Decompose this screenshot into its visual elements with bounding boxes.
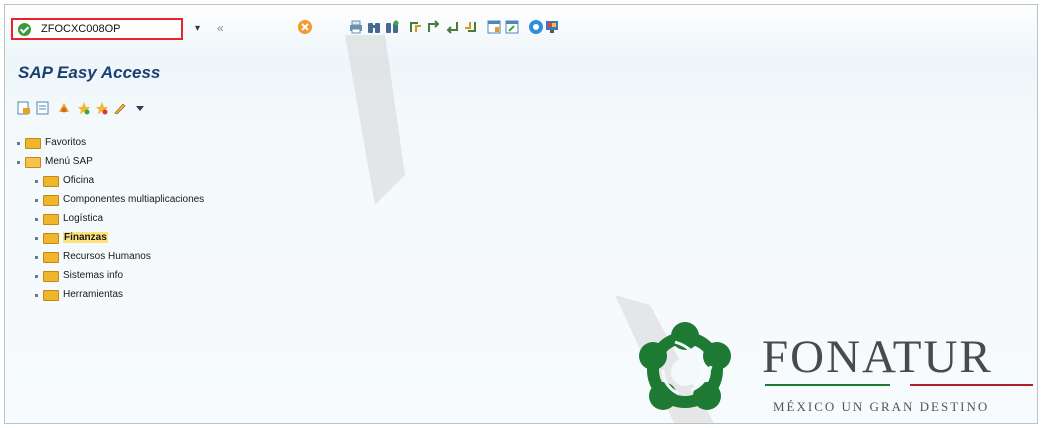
tree-bullet xyxy=(35,180,38,183)
tree-bullet xyxy=(35,275,38,278)
tree-bullet xyxy=(35,218,38,221)
folder-icon xyxy=(43,252,59,263)
tree-node-label: Menú SAP xyxy=(45,156,93,167)
tree-bullet xyxy=(35,237,38,240)
tree-bullet xyxy=(35,294,38,297)
change-favorite-icon[interactable] xyxy=(113,101,127,115)
brand-lines xyxy=(765,384,1033,386)
command-history-dropdown-icon[interactable]: ▾ xyxy=(195,23,200,34)
folder-open-icon xyxy=(25,157,41,168)
tree-node-label: Favoritos xyxy=(45,137,87,148)
folder-icon xyxy=(43,290,59,301)
folder-icon xyxy=(43,176,59,187)
add-favorite-icon[interactable] xyxy=(77,101,91,115)
tree-bullet xyxy=(17,142,20,145)
collapse-icon[interactable]: « xyxy=(217,21,224,35)
tree-node-label: Sistemas info xyxy=(63,270,124,281)
tree-node-label: Componentes multiaplicaciones xyxy=(63,194,205,205)
tree-node-label: Logística xyxy=(63,213,104,224)
delete-favorite-icon[interactable] xyxy=(95,101,109,115)
enter-check-icon[interactable] xyxy=(18,23,31,36)
folder-icon xyxy=(43,214,59,225)
tree-node-label: Recursos Humanos xyxy=(63,251,151,262)
fonatur-logo-icon xyxy=(639,322,731,410)
sap-window: ZFOCXC008OP ▾ « SAP Easy Access Favorito… xyxy=(4,4,1038,424)
command-field-value: ZFOCXC008OP xyxy=(41,23,121,35)
folder-icon xyxy=(25,138,41,149)
folder-icon xyxy=(43,195,59,206)
user-menu-icon[interactable] xyxy=(17,101,31,115)
page-title: SAP Easy Access xyxy=(18,63,161,82)
tree-bullet xyxy=(17,161,20,164)
tree-node-label: Herramientas xyxy=(63,289,124,300)
tree-bullet xyxy=(35,199,38,202)
business-workplace-icon[interactable] xyxy=(57,101,71,115)
sap-menu-icon[interactable] xyxy=(36,101,50,115)
fonatur-tagline: MÉXICO UN GRAN DESTINO xyxy=(773,399,990,414)
more-options-dropdown-icon[interactable] xyxy=(133,101,147,115)
tree-bullet xyxy=(35,256,38,259)
folder-icon xyxy=(43,233,59,244)
tree-node-label-selected: Finanzas xyxy=(63,232,108,243)
tree-node-label: Oficina xyxy=(63,175,95,186)
command-field[interactable]: ZFOCXC008OP xyxy=(11,18,183,40)
folder-icon xyxy=(43,271,59,282)
fonatur-wordmark: FONATUR xyxy=(762,331,993,383)
